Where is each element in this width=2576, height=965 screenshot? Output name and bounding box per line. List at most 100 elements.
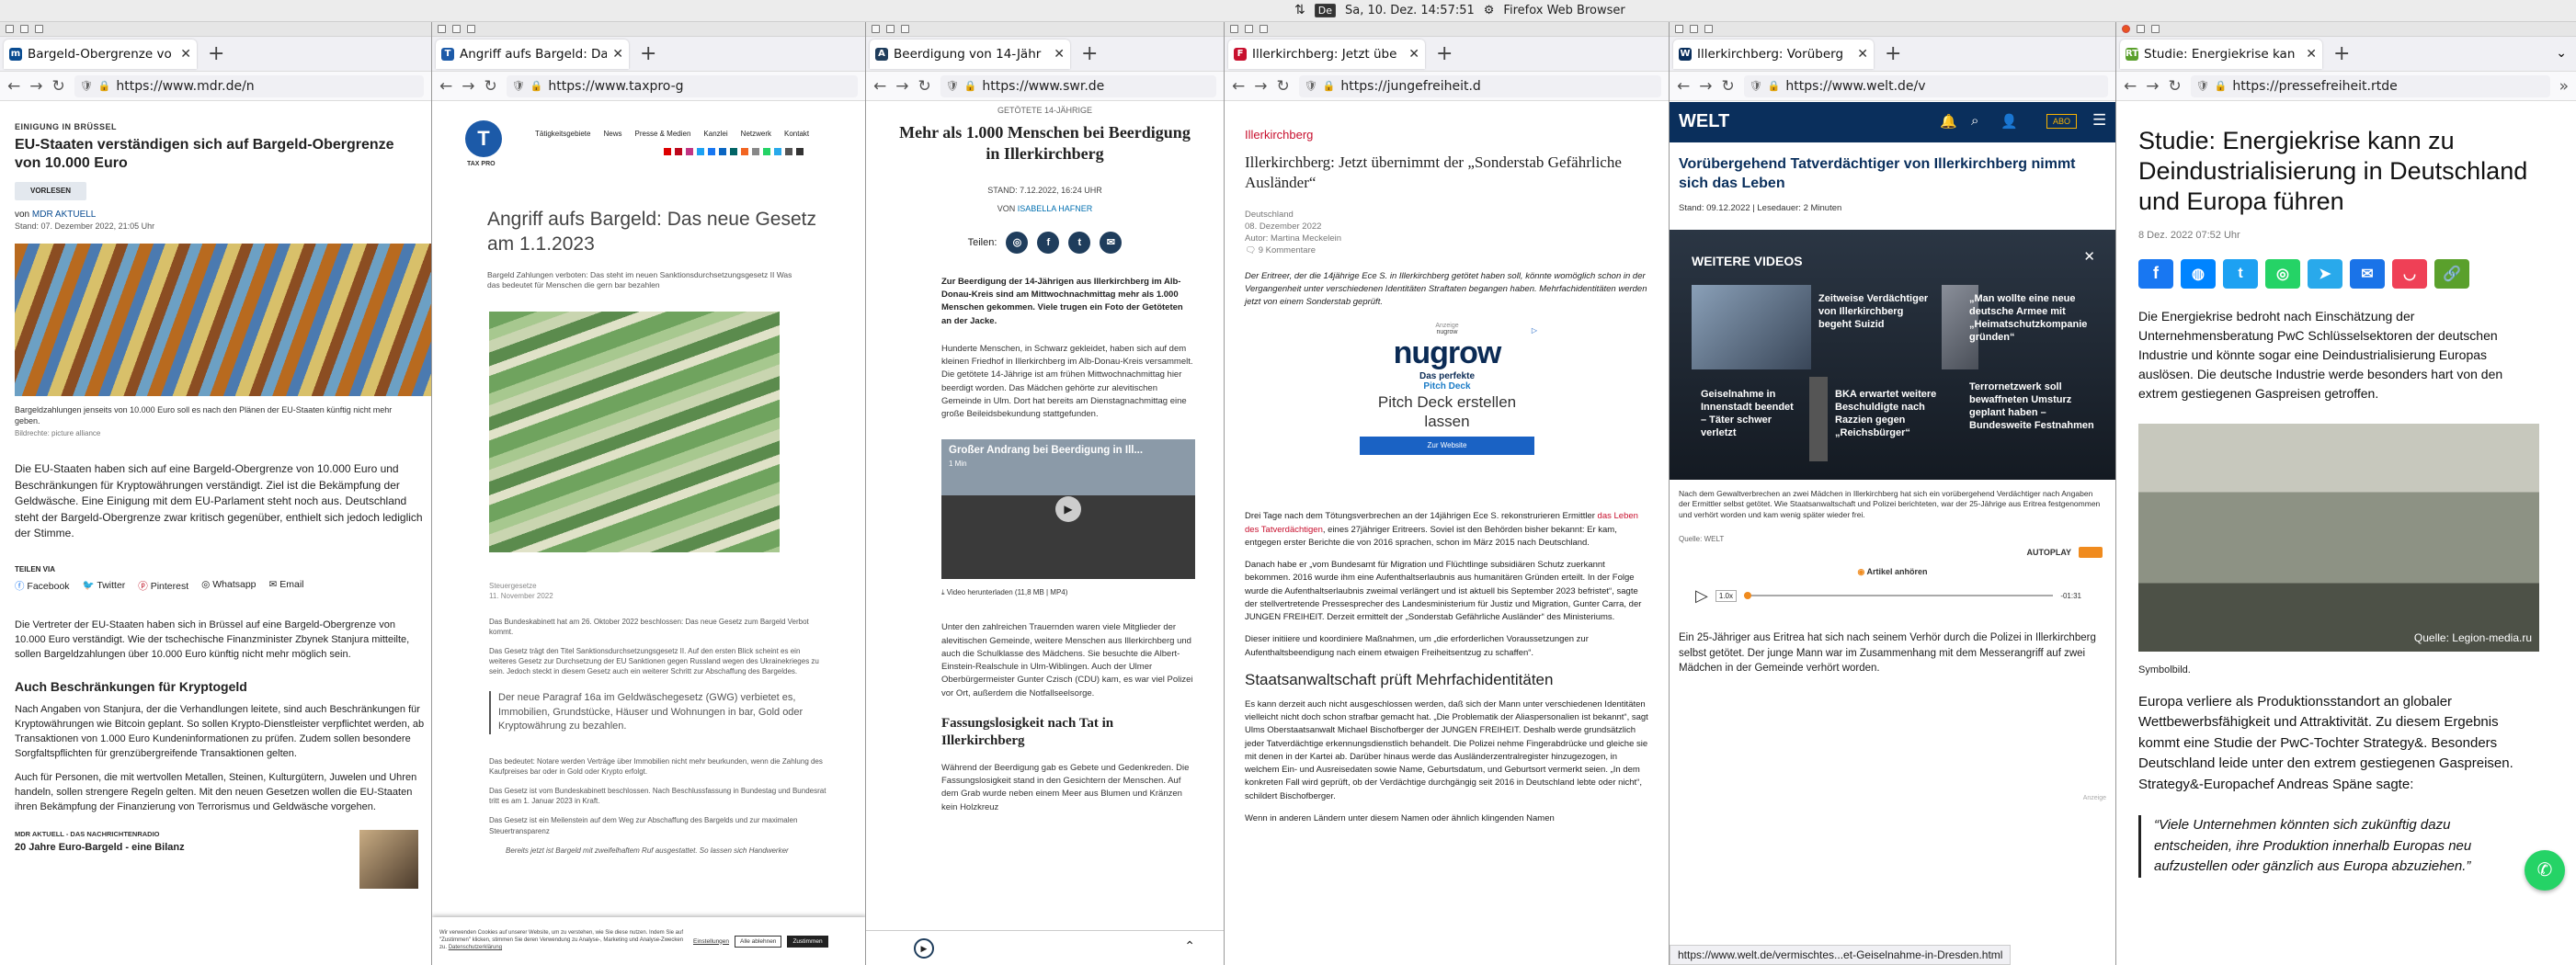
copy-link-icon[interactable]: 🔗 xyxy=(2434,258,2469,289)
url-bar[interactable]: 🛡 🔒 https://pressefreiheit.rtde xyxy=(2190,74,2550,97)
tab-list-icon[interactable]: ⌄ xyxy=(2556,46,2567,61)
facebook-icon[interactable] xyxy=(708,148,715,155)
forward-icon[interactable]: → xyxy=(1254,77,1267,96)
new-tab-button[interactable]: + xyxy=(640,42,656,65)
twitter-icon[interactable]: t xyxy=(1068,231,1091,254)
reload-icon[interactable]: ↻ xyxy=(2169,77,2182,96)
back-icon[interactable]: ← xyxy=(873,77,886,96)
whatsapp-icon[interactable]: ◎ xyxy=(2265,258,2300,289)
video-title[interactable]: Terrornetzwerk soll bewaffneten Umsturz … xyxy=(1969,380,2098,433)
share-facebook[interactable]: ⓕ Facebook xyxy=(15,579,70,593)
video-title[interactable]: BKA erwartet weitere Beschuldigte nach R… xyxy=(1835,388,1951,440)
play-icon[interactable]: ▶ xyxy=(1055,496,1081,523)
linkedin-icon[interactable] xyxy=(719,148,726,155)
cookie-settings-button[interactable]: Einstellungen xyxy=(693,938,729,945)
video-player[interactable]: Großer Andrang bei Beerdigung in Ill... … xyxy=(941,439,1195,580)
share-pinterest[interactable]: ⓟ Pinterest xyxy=(138,579,188,593)
twitter-icon[interactable]: t xyxy=(2223,258,2258,289)
share-twitter[interactable]: 🐦 Twitter xyxy=(83,579,126,593)
share-whatsapp[interactable]: ◎ Whatsapp xyxy=(201,579,256,593)
shield-icon[interactable]: 🛡 xyxy=(2196,80,2209,92)
video-thumbnail[interactable] xyxy=(1809,376,1828,461)
browser-tab[interactable]: RT Studie: Energiekrise kan ✕ xyxy=(2120,39,2322,69)
print-icon[interactable] xyxy=(785,148,792,155)
nav-item[interactable]: Netzwerk xyxy=(741,130,771,138)
author-link[interactable]: MDR AKTUELL xyxy=(32,210,96,220)
lock-icon[interactable]: 🔒 xyxy=(1323,80,1336,92)
video-download-link[interactable]: ⤓ Video herunterladen (11,8 MB | MP4) xyxy=(941,588,1224,597)
facebook-icon[interactable]: f xyxy=(1037,231,1060,254)
back-icon[interactable]: ← xyxy=(1232,77,1245,96)
mail-icon[interactable] xyxy=(752,148,759,155)
window-maximize-button[interactable] xyxy=(2151,25,2160,33)
advertisement[interactable]: Anzeige nugrow nugrow Das perfekte Pitch… xyxy=(1357,323,1537,488)
ad-cta-button[interactable]: Zur Website xyxy=(1360,437,1534,456)
url-bar[interactable]: 🛡 🔒 https://www.swr.de xyxy=(940,74,1216,97)
shield-icon[interactable]: 🛡 xyxy=(512,80,525,92)
nav-item[interactable]: Kanzlei xyxy=(703,130,727,138)
lock-icon[interactable]: 🔒 xyxy=(1768,80,1781,92)
author-link[interactable]: ISABELLA HAFNER xyxy=(1018,204,1093,213)
window-maximize-button[interactable] xyxy=(467,25,475,33)
audio-progress[interactable] xyxy=(1743,592,2054,599)
new-tab-button[interactable]: + xyxy=(208,42,224,65)
rss-icon[interactable] xyxy=(741,148,748,155)
welt-logo[interactable]: WELT xyxy=(1679,111,1729,132)
shield-icon[interactable]: 🛡 xyxy=(80,80,93,92)
window-maximize-button[interactable] xyxy=(1260,25,1268,33)
close-tab-icon[interactable]: ✕ xyxy=(1408,47,1419,62)
telegram-icon[interactable] xyxy=(774,148,781,155)
ad-info-icon[interactable]: ▷ xyxy=(1532,326,1537,335)
read-aloud-button[interactable]: VORLESEN xyxy=(15,182,86,200)
browser-tab[interactable]: T Angriff aufs Bargeld: Da ✕ xyxy=(436,39,629,69)
twitter-icon[interactable] xyxy=(697,148,704,155)
video-title[interactable]: Zeitweise Verdächtiger von Illerkirchber… xyxy=(1818,292,1938,332)
instagram-icon[interactable] xyxy=(686,148,693,155)
pinterest-icon[interactable] xyxy=(675,148,682,155)
url-bar[interactable]: 🛡 🔒 https://jungefreiheit.d xyxy=(1298,74,1661,97)
reload-icon[interactable]: ↻ xyxy=(1722,77,1735,96)
autoplay-toggle[interactable]: AUTOPLAY xyxy=(2026,547,2103,558)
window-minimize-button[interactable] xyxy=(1690,25,1698,33)
back-icon[interactable]: ← xyxy=(1677,77,1690,96)
nav-item[interactable]: Presse & Medien xyxy=(635,130,691,138)
lock-icon[interactable]: 🔒 xyxy=(98,80,111,92)
nav-item[interactable]: Kontakt xyxy=(784,130,809,138)
new-tab-button[interactable]: + xyxy=(1081,42,1098,65)
url-bar[interactable]: 🛡 🔒 https://www.welt.de/v xyxy=(1743,74,2108,97)
network-icon[interactable]: ⇅ xyxy=(1294,3,1305,17)
nav-item[interactable]: News xyxy=(603,130,621,138)
close-tab-icon[interactable]: ✕ xyxy=(2306,47,2317,62)
video-thumbnail[interactable] xyxy=(1692,284,1811,369)
window-maximize-button[interactable] xyxy=(1704,25,1713,33)
back-icon[interactable]: ← xyxy=(7,77,20,96)
reload-icon[interactable]: ↻ xyxy=(484,77,497,96)
search-icon[interactable] xyxy=(796,148,804,155)
messenger-icon[interactable]: ◍ xyxy=(2181,258,2216,289)
close-tab-icon[interactable]: ✕ xyxy=(1054,47,1065,62)
nav-item[interactable]: Tätigkeitsgebiete xyxy=(535,130,590,138)
share-email[interactable]: ✉ Email xyxy=(269,579,304,593)
play-icon[interactable]: ▷ xyxy=(1695,586,1708,606)
abo-button[interactable]: ABO xyxy=(2046,114,2078,129)
browser-tab[interactable]: A Beerdigung von 14-Jähr ✕ xyxy=(870,39,1070,69)
whatsapp-icon[interactable]: ◎ xyxy=(1006,231,1029,254)
forward-icon[interactable]: → xyxy=(1699,77,1712,96)
notification-icon[interactable]: 🔔 xyxy=(1940,113,1957,130)
new-tab-button[interactable]: + xyxy=(2333,42,2350,65)
mail-icon[interactable]: ✉ xyxy=(2350,258,2385,289)
url-bar[interactable]: 🛡 🔒 https://www.taxpro-g xyxy=(506,74,858,97)
youtube-icon[interactable] xyxy=(664,148,671,155)
back-icon[interactable]: ← xyxy=(2124,77,2137,96)
window-minimize-button[interactable] xyxy=(1245,25,1253,33)
speed-button[interactable]: 1.0x xyxy=(1715,589,1737,602)
menu-icon[interactable]: ☰ xyxy=(2092,111,2106,130)
lock-icon[interactable]: 🔒 xyxy=(964,80,977,92)
new-tab-button[interactable]: + xyxy=(1885,42,1901,65)
window-close-button[interactable] xyxy=(872,25,880,33)
forward-icon[interactable]: → xyxy=(29,77,42,96)
audio-play-button[interactable]: ▶ xyxy=(914,938,934,959)
close-icon[interactable]: ✕ xyxy=(2083,248,2095,265)
clock[interactable]: Sa, 10. Dez. 14:57:51 xyxy=(1345,4,1475,17)
window-close-button[interactable] xyxy=(438,25,446,33)
